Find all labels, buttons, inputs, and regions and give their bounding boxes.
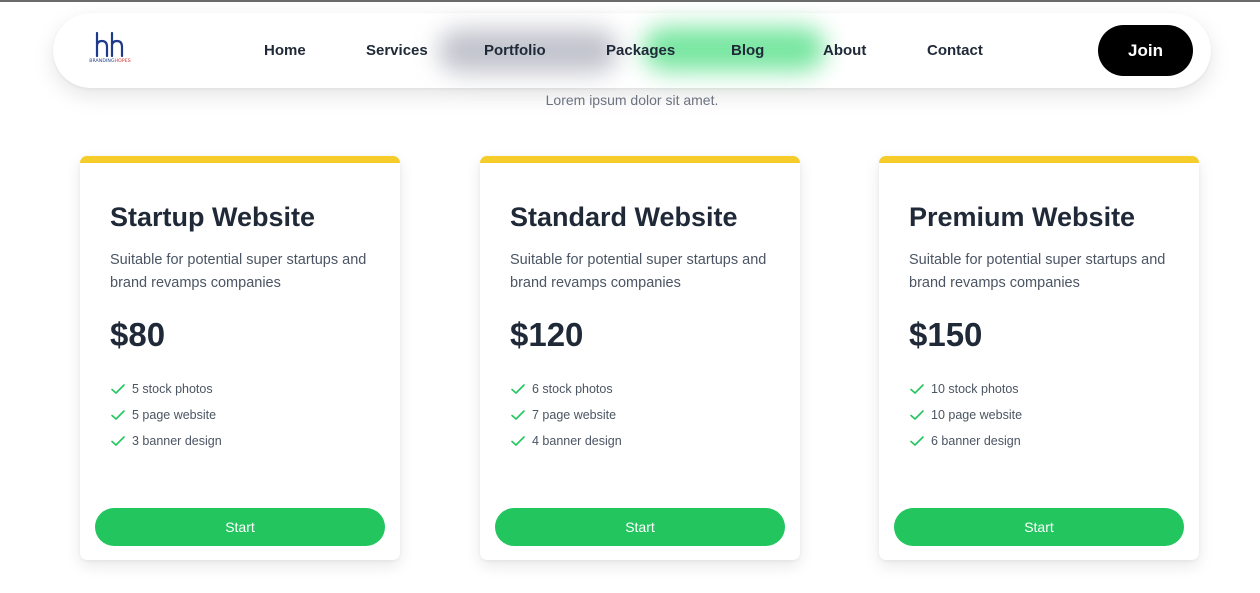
start-button[interactable]: Start xyxy=(495,508,785,546)
package-description: Suitable for potential super startups an… xyxy=(909,252,1166,291)
feature-label: 5 page website xyxy=(132,408,217,422)
package-description: Suitable for potential super startups an… xyxy=(110,252,367,291)
check-icon xyxy=(910,436,924,446)
nav-contact[interactable]: Contact xyxy=(927,42,983,60)
package-card-standard: Standard Website Suitable for potential … xyxy=(480,156,800,560)
logo-mark-icon xyxy=(95,31,124,58)
package-description: Suitable for potential super startups an… xyxy=(510,252,767,291)
nav-about[interactable]: About xyxy=(823,42,866,60)
feature-label: 5 stock photos xyxy=(132,382,213,396)
logo-wordmark: BRANDINGHOPES xyxy=(89,59,131,64)
feature-item: 10 stock photos xyxy=(909,376,1022,402)
check-icon xyxy=(511,410,525,420)
nav-home[interactable]: Home xyxy=(264,42,306,60)
package-title: Standard Website xyxy=(510,202,738,232)
feature-item: 7 page website xyxy=(510,402,622,428)
top-border xyxy=(0,0,1260,2)
join-button[interactable]: Join xyxy=(1098,25,1193,76)
feature-list: 10 stock photos 10 page website 6 banner… xyxy=(909,376,1022,454)
start-button[interactable]: Start xyxy=(894,508,1184,546)
feature-item: 5 stock photos xyxy=(110,376,222,402)
package-title: Premium Website xyxy=(909,202,1136,232)
feature-list: 6 stock photos 7 page website 4 banner d… xyxy=(510,376,622,454)
feature-item: 5 page website xyxy=(110,402,222,428)
nav-packages[interactable]: Packages xyxy=(606,42,675,60)
feature-label: 6 stock photos xyxy=(532,382,613,396)
feature-label: 3 banner design xyxy=(132,434,222,448)
check-icon xyxy=(111,384,125,394)
feature-list: 5 stock photos 5 page website 3 banner d… xyxy=(110,376,222,454)
nav-portfolio[interactable]: Portfolio xyxy=(484,42,546,60)
feature-label: 6 banner design xyxy=(931,434,1021,448)
package-card-startup: Startup Website Suitable for potential s… xyxy=(80,156,400,560)
feature-label: 10 stock photos xyxy=(931,382,1019,396)
check-icon xyxy=(111,436,125,446)
navbar: BRANDINGHOPES Home Services Portfolio Pa… xyxy=(53,13,1211,88)
package-title: Startup Website xyxy=(110,202,316,232)
feature-item: 3 banner design xyxy=(110,428,222,454)
feature-label: 10 page website xyxy=(931,408,1023,422)
package-price: $150 xyxy=(909,316,983,353)
start-button[interactable]: Start xyxy=(95,508,385,546)
brand-logo[interactable]: BRANDINGHOPES xyxy=(87,31,133,69)
feature-item: 4 banner design xyxy=(510,428,622,454)
nav-services[interactable]: Services xyxy=(366,42,428,60)
check-icon xyxy=(910,410,924,420)
check-icon xyxy=(511,436,525,446)
feature-item: 6 banner design xyxy=(909,428,1022,454)
check-icon xyxy=(910,384,924,394)
package-price: $120 xyxy=(510,316,584,353)
section-subtitle: Lorem ipsum dolor sit amet. xyxy=(545,92,719,108)
check-icon xyxy=(511,384,525,394)
package-card-premium: Premium Website Suitable for potential s… xyxy=(879,156,1199,560)
feature-label: 4 banner design xyxy=(532,434,622,448)
check-icon xyxy=(111,410,125,420)
nav-blog[interactable]: Blog xyxy=(731,42,764,60)
feature-label: 7 page website xyxy=(532,408,617,422)
feature-item: 10 page website xyxy=(909,402,1022,428)
feature-item: 6 stock photos xyxy=(510,376,622,402)
package-price: $80 xyxy=(110,316,166,353)
